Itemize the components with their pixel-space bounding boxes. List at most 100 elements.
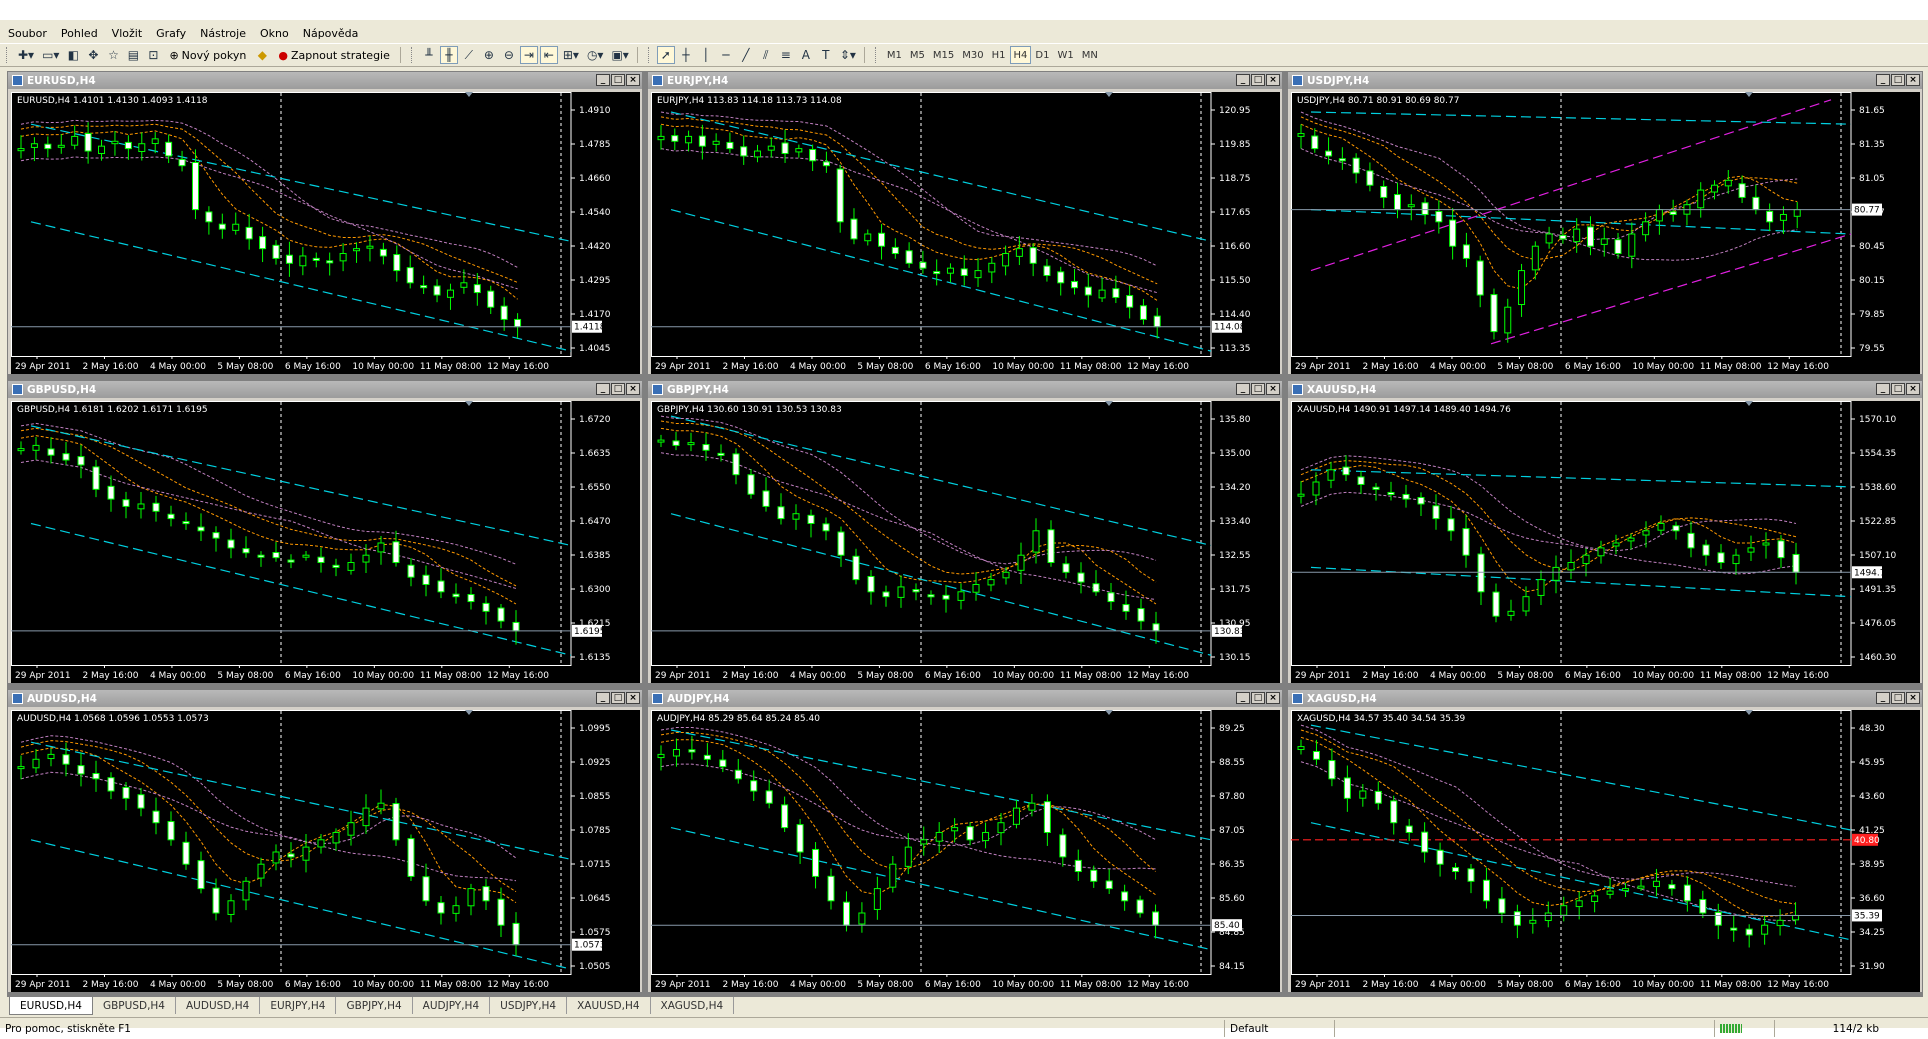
close-icon[interactable]: × <box>1906 74 1920 86</box>
chart-window[interactable]: XAUUSD,H4 _ □ × 1570.10 1554.35 1538.60 1522.85… <box>1287 380 1923 684</box>
candlestick-icon[interactable]: ╫ <box>439 46 458 64</box>
chart-window[interactable]: AUDUSD,H4 _ □ × 1.0995 1.0925 1.0855 1.0785 1.07… <box>7 689 643 993</box>
timeframe-h1[interactable]: H1 <box>988 46 1010 64</box>
toolbar-grip[interactable] <box>410 47 415 63</box>
zoom-in-icon[interactable]: ⊕ <box>480 46 498 64</box>
menu-charts[interactable]: Grafy <box>148 27 192 40</box>
tester-icon[interactable]: ⊡ <box>144 46 162 64</box>
timeframe-w1[interactable]: W1 <box>1053 46 1077 64</box>
chart-shift-marker[interactable] <box>1105 710 1113 715</box>
channel-icon[interactable]: ⫽ <box>757 46 775 64</box>
chart-title-bar[interactable]: AUDJPY,H4 _ □ × <box>648 690 1282 707</box>
minimize-icon[interactable]: _ <box>1876 74 1890 86</box>
chart-window[interactable]: XAGUSD,H4 _ □ × 48.30 45.95 43.60 41.25 38.95 36.… <box>1287 689 1923 993</box>
profiles-icon[interactable]: ▭▾ <box>39 46 62 64</box>
arrows-icon[interactable]: ⇕▾ <box>837 46 859 64</box>
navigator-icon[interactable]: ☆ <box>104 46 122 64</box>
chart-plot-area[interactable]: 81.65 81.35 81.05 80.77 80.45 80.15 79.85 79.55… <box>1291 92 1920 374</box>
menu-window[interactable]: Okno <box>252 27 295 40</box>
timeframe-m30[interactable]: M30 <box>958 46 987 64</box>
tab-audusd[interactable]: AUDUSD,H4 <box>176 997 261 1014</box>
meta-editor-icon[interactable]: ◆ <box>253 46 271 64</box>
menu-help[interactable]: Nápověda <box>295 27 365 40</box>
text-label-icon[interactable]: T <box>817 46 835 64</box>
menu-insert[interactable]: Vložit <box>104 27 148 40</box>
trend-channel-upper[interactable] <box>30 741 572 860</box>
maximize-icon[interactable]: □ <box>611 692 625 704</box>
chart-title-bar[interactable]: EURUSD,H4 _ □ × <box>8 72 642 89</box>
chart-window[interactable]: USDJPY,H4 _□× 81.65 81.35 81.05 80.77 80.45 80.… <box>1287 71 1923 375</box>
menu-view[interactable]: Pohled <box>53 27 104 40</box>
maximize-icon[interactable]: □ <box>1251 383 1265 395</box>
maximize-icon[interactable]: □ <box>1891 692 1905 704</box>
minimize-icon[interactable]: _ <box>1236 692 1250 704</box>
maximize-icon[interactable]: □ <box>611 383 625 395</box>
trend-channel-upper[interactable] <box>1310 469 1852 488</box>
minimize-icon[interactable]: _ <box>596 74 610 86</box>
chart-window[interactable]: EURJPY,H4 _ □ × 120.95 119.85 118.75 117.65 116.… <box>647 71 1283 375</box>
toolbar-grip[interactable] <box>874 47 879 63</box>
timeframe-m1[interactable]: M1 <box>883 46 906 64</box>
minimize-icon[interactable]: _ <box>596 692 610 704</box>
chart-shift-marker[interactable] <box>1745 92 1753 97</box>
trend-channel-lower[interactable] <box>670 827 1212 951</box>
close-icon[interactable]: × <box>1906 692 1920 704</box>
maximize-icon[interactable]: □ <box>1891 383 1905 395</box>
tab-eurusd[interactable]: EURUSD,H4 <box>9 997 93 1015</box>
templates-icon[interactable]: ▣▾ <box>608 46 631 64</box>
chart-shift-marker[interactable] <box>1745 401 1753 406</box>
trend-channel-magenta[interactable] <box>1490 233 1852 345</box>
chart-title-bar[interactable]: EURJPY,H4 _ □ × <box>648 72 1282 89</box>
toolbar-grip[interactable] <box>6 47 10 63</box>
tab-xagusd[interactable]: XAGUSD,H4 <box>651 997 735 1014</box>
trendline-icon[interactable]: ╱ <box>737 46 755 64</box>
minimize-icon[interactable]: _ <box>1876 692 1890 704</box>
chart-plot-area[interactable]: 1.0995 1.0925 1.0855 1.0785 1.0715 1.0645 1.05… <box>11 710 640 992</box>
maximize-icon[interactable]: □ <box>1251 692 1265 704</box>
trend-channel-upper[interactable] <box>30 425 572 547</box>
chart-title-bar[interactable]: XAGUSD,H4 _ □ × <box>1288 690 1922 707</box>
close-icon[interactable]: × <box>1266 692 1280 704</box>
close-icon[interactable]: × <box>626 383 640 395</box>
close-icon[interactable]: × <box>626 692 640 704</box>
chart-plot-area[interactable]: 1570.10 1554.35 1538.60 1522.85 1507.10 1491.… <box>1291 401 1920 683</box>
trend-channel-lower[interactable] <box>670 209 1212 352</box>
timeframe-h4[interactable]: H4 <box>1009 46 1032 64</box>
zoom-out-icon[interactable]: ⊖ <box>500 46 518 64</box>
terminal-icon[interactable]: ▤ <box>124 46 142 64</box>
bar-chart-icon[interactable]: ╨ <box>420 46 438 64</box>
chart-title-bar[interactable]: USDJPY,H4 _ □ × <box>1288 72 1922 89</box>
tab-eurjpy[interactable]: EURJPY,H4 <box>260 997 337 1014</box>
crosshair-icon[interactable]: ┼ <box>677 46 695 64</box>
chart-plot-area[interactable]: 1.6720 1.6635 1.6550 1.6470 1.6385 1.6300 1.62… <box>11 401 640 683</box>
chart-shift-marker[interactable] <box>465 710 473 715</box>
chart-plot-area[interactable]: 120.95 119.85 118.75 117.65 116.60 115.50 114.… <box>651 92 1280 374</box>
toolbar-grip[interactable] <box>647 47 652 63</box>
market-watch-icon[interactable]: ◧ <box>64 46 82 64</box>
vertical-line-icon[interactable]: │ <box>697 46 715 64</box>
data-window-icon[interactable]: ✥ <box>84 46 102 64</box>
chart-title-bar[interactable]: GBPUSD,H4 _ □ × <box>8 381 642 398</box>
new-chart-icon[interactable]: ✚▾ <box>15 46 37 64</box>
new-order-button[interactable]: ⊕ Nový pokyn <box>164 46 251 64</box>
trend-channel-upper[interactable] <box>670 111 1212 242</box>
timeframe-m15[interactable]: M15 <box>929 46 958 64</box>
tab-gbpusd[interactable]: GBPUSD,H4 <box>93 997 176 1014</box>
tab-usdjpy[interactable]: USDJPY,H4 <box>490 997 568 1014</box>
trend-channel-lower[interactable] <box>30 839 572 970</box>
periods-icon[interactable]: ◷▾ <box>584 46 607 64</box>
auto-scroll-icon[interactable]: ⇥ <box>519 46 538 64</box>
chart-shift-marker[interactable] <box>465 92 473 97</box>
trend-channel-upper[interactable] <box>1310 111 1852 125</box>
chart-plot-area[interactable]: 48.30 45.95 43.60 41.25 38.95 36.60 34.25 31.90… <box>1291 710 1920 992</box>
chart-window[interactable]: EURUSD,H4 _ □ × 1.4910 1.4785 1.4660 1.4540 1.44… <box>7 71 643 375</box>
line-chart-icon[interactable]: ⟋ <box>460 46 478 64</box>
close-icon[interactable]: × <box>626 74 640 86</box>
trend-channel-lower[interactable] <box>30 522 572 656</box>
expert-advisors-button[interactable]: ● Zapnout strategie <box>273 46 395 64</box>
chart-shift-icon[interactable]: ⇤ <box>539 46 558 64</box>
trend-channel-lower[interactable] <box>670 513 1212 656</box>
minimize-icon[interactable]: _ <box>1236 383 1250 395</box>
close-icon[interactable]: × <box>1266 74 1280 86</box>
tab-xauusd[interactable]: XAUUSD,H4 <box>567 997 651 1014</box>
